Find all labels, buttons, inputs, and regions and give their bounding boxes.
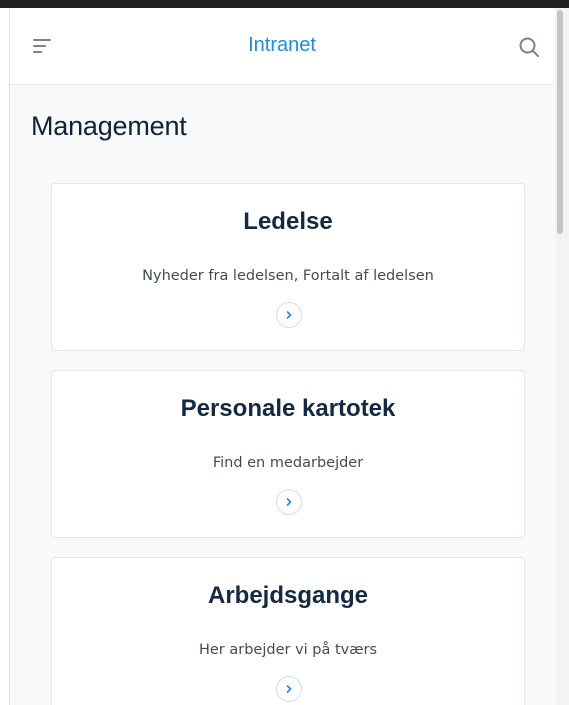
card-ledelse[interactable]: Ledelse Nyheder fra ledelsen, Fortalt af… <box>51 183 525 351</box>
search-icon <box>519 37 539 57</box>
scrollbar-thumb[interactable] <box>557 10 563 234</box>
chevron-right-icon <box>286 311 292 319</box>
card-title: Personale kartotek <box>180 395 396 422</box>
card-link-button[interactable] <box>276 489 302 515</box>
search-button[interactable] <box>518 36 540 58</box>
app-frame: Intranet Management Ledelse Nyheder fra … <box>9 8 554 705</box>
card-link-button[interactable] <box>276 302 302 328</box>
card-title: Ledelse <box>243 208 333 235</box>
card-link-button[interactable] <box>276 676 302 702</box>
card-description: Find en medarbejder <box>212 455 364 471</box>
page-title: Management <box>31 111 187 141</box>
card-arbejdsgange[interactable]: Arbejdsgange Her arbejder vi på tværs <box>51 557 525 705</box>
card-personale-kartotek[interactable]: Personale kartotek Find en medarbejder <box>51 370 525 538</box>
card-title: Arbejdsgange <box>207 582 369 609</box>
brand-title[interactable]: Intranet <box>10 34 554 57</box>
chevron-right-icon <box>286 498 292 506</box>
chevron-right-icon <box>286 685 292 693</box>
card-description: Nyheder fra ledelsen, Fortalt af ledelse… <box>142 268 434 284</box>
app-header: Intranet <box>10 8 554 85</box>
card-description: Her arbejder vi på tværs <box>198 642 378 658</box>
window-top-bar <box>0 0 569 8</box>
scrollbar[interactable] <box>555 8 569 705</box>
